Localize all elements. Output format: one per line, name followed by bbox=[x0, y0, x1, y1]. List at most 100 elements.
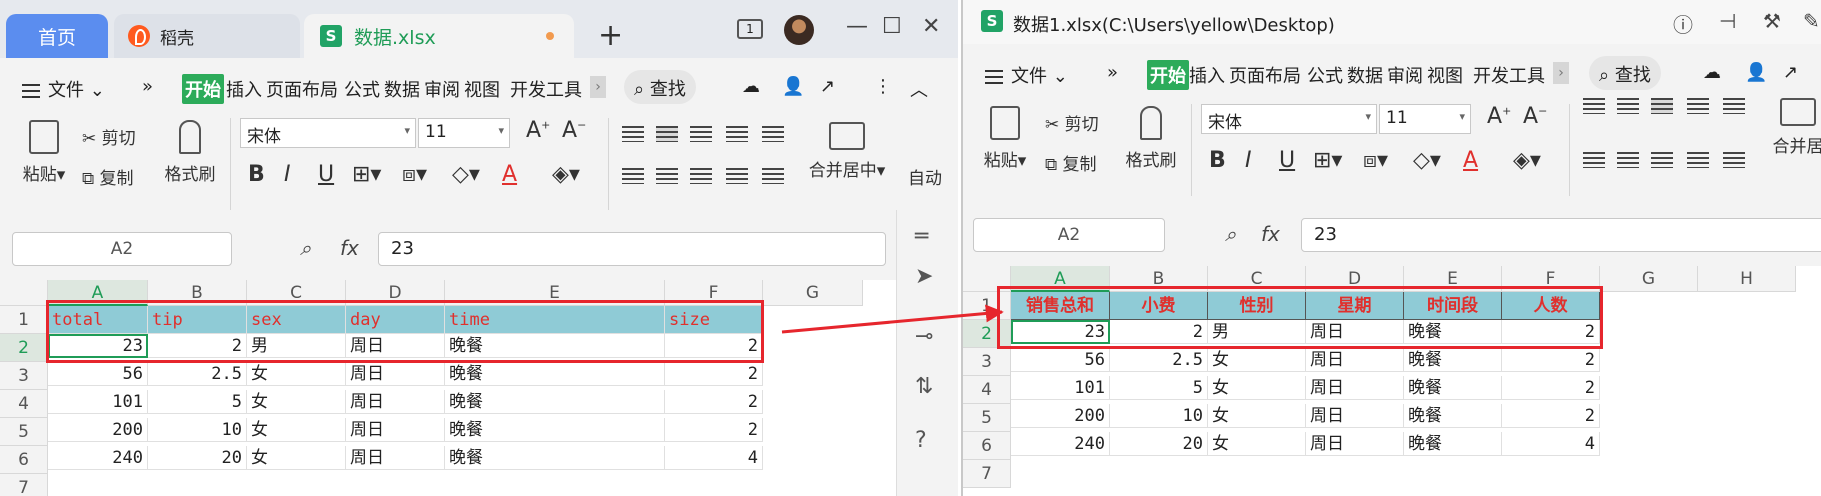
more-menu-icon[interactable]: » bbox=[142, 76, 153, 97]
align-left-icon[interactable] bbox=[622, 168, 644, 184]
data-cell[interactable]: 2 bbox=[1502, 404, 1600, 428]
data-cell[interactable]: 周日 bbox=[1306, 348, 1404, 372]
data-cell[interactable]: 200 bbox=[48, 418, 148, 442]
fill-color-icon[interactable]: ◇▾ bbox=[1413, 148, 1441, 173]
row-header[interactable]: 4 bbox=[963, 376, 1011, 404]
menu-review[interactable]: 审阅 bbox=[1387, 62, 1423, 88]
align-top-icon[interactable] bbox=[1583, 98, 1605, 114]
font-color-icon[interactable]: A bbox=[1463, 148, 1478, 173]
file-menu[interactable]: 文件 ⌄ bbox=[22, 76, 105, 102]
align-bottom-icon[interactable] bbox=[1651, 98, 1673, 114]
sheet-grid[interactable]: A B C D E F G H 1 2 3 4 5 6 7 销售总和 小费 性别 星期… bbox=[963, 266, 1821, 496]
info-icon[interactable]: ⓘ bbox=[1673, 9, 1693, 38]
formula-input[interactable]: 23 bbox=[1301, 218, 1821, 252]
menu-page-layout[interactable]: 页面布局 bbox=[1229, 62, 1301, 88]
indent-increase-icon[interactable] bbox=[1723, 98, 1745, 114]
formula-input[interactable]: 23 bbox=[378, 232, 886, 266]
align-top-icon[interactable] bbox=[622, 126, 644, 142]
data-cell[interactable]: 101 bbox=[1011, 376, 1110, 400]
italic-icon[interactable]: I bbox=[1245, 148, 1252, 173]
column-header[interactable]: H bbox=[1698, 266, 1796, 292]
file-menu[interactable]: 文件 ⌄ bbox=[985, 62, 1068, 88]
border-icon[interactable]: ⊞▾ bbox=[1313, 148, 1342, 173]
data-cell[interactable]: 晚餐 bbox=[1404, 404, 1502, 428]
zoom-icon[interactable]: ⌕ bbox=[1225, 222, 1236, 246]
format-painter-button[interactable]: 格式刷 bbox=[160, 120, 220, 185]
data-cell[interactable]: 女 bbox=[1208, 404, 1306, 428]
data-cell[interactable]: 女 bbox=[247, 446, 346, 470]
column-header[interactable]: G bbox=[1600, 266, 1698, 292]
name-box[interactable]: A2 bbox=[12, 232, 232, 266]
data-cell[interactable]: 晚餐 bbox=[445, 418, 665, 442]
share-icon[interactable]: ↗ bbox=[1783, 62, 1798, 83]
menu-formula[interactable]: 公式 bbox=[344, 76, 380, 102]
data-cell[interactable]: 周日 bbox=[346, 418, 445, 442]
close-button[interactable]: ✕ bbox=[922, 14, 940, 39]
data-cell[interactable]: 周日 bbox=[346, 362, 445, 386]
data-cell[interactable]: 20 bbox=[148, 446, 247, 470]
underline-icon[interactable]: U bbox=[318, 162, 334, 187]
row-header[interactable]: 6 bbox=[0, 446, 48, 474]
merge-center-button[interactable]: 合并居 bbox=[1763, 98, 1821, 157]
more-menu-icon[interactable]: » bbox=[1107, 62, 1118, 83]
menu-view[interactable]: 视图 bbox=[464, 76, 500, 102]
transform-icon[interactable]: ⇅ bbox=[915, 374, 933, 399]
data-cell[interactable]: 女 bbox=[247, 362, 346, 386]
row-header[interactable]: 2 bbox=[0, 334, 48, 362]
menu-developer[interactable]: 开发工具 bbox=[510, 76, 582, 102]
window-frame-icon[interactable]: 1 bbox=[737, 19, 763, 39]
name-box[interactable]: A2 bbox=[973, 218, 1165, 252]
data-cell[interactable]: 周日 bbox=[1306, 404, 1404, 428]
row-header[interactable]: 1 bbox=[0, 306, 48, 334]
distribute-icon[interactable] bbox=[762, 168, 784, 184]
menu-data[interactable]: 数据 bbox=[1347, 62, 1383, 88]
format-painter-button[interactable]: 格式刷 bbox=[1121, 106, 1181, 171]
data-cell[interactable]: 晚餐 bbox=[1404, 348, 1502, 372]
data-cell[interactable]: 2.5 bbox=[1110, 348, 1208, 372]
copy-button[interactable]: ⧉ 复制 bbox=[82, 164, 134, 189]
minimize-button[interactable]: — bbox=[846, 14, 868, 39]
row-header[interactable]: 6 bbox=[963, 432, 1011, 460]
cell-style-icon[interactable]: ⧈▾ bbox=[402, 162, 427, 187]
copy-button[interactable]: ⧉ 复制 bbox=[1045, 150, 1097, 175]
menu-home[interactable]: 开始 bbox=[182, 74, 224, 104]
decrease-font-icon[interactable]: A− bbox=[562, 118, 586, 143]
distribute-icon[interactable] bbox=[1723, 152, 1745, 168]
border-icon[interactable]: ⊞▾ bbox=[352, 162, 381, 187]
search-box[interactable]: ⌕ 查找 bbox=[624, 70, 696, 104]
data-cell[interactable]: 4 bbox=[1502, 432, 1600, 456]
clear-icon[interactable]: ◈▾ bbox=[1513, 148, 1541, 173]
help-icon[interactable]: ? bbox=[915, 428, 927, 453]
decrease-font-icon[interactable]: A− bbox=[1523, 104, 1547, 129]
font-name-select[interactable]: 宋体 bbox=[240, 118, 416, 148]
cloud-icon[interactable]: ☁ bbox=[1703, 62, 1721, 83]
data-cell[interactable]: 240 bbox=[1011, 432, 1110, 456]
bold-icon[interactable]: B bbox=[248, 162, 265, 187]
menu-scroll-right[interactable]: › bbox=[1553, 62, 1569, 84]
merge-center-button[interactable]: 合并居中▾ bbox=[804, 122, 890, 181]
increase-font-icon[interactable]: A+ bbox=[1487, 104, 1511, 129]
brush-icon[interactable]: ✎ bbox=[1803, 9, 1820, 33]
data-cell[interactable]: 10 bbox=[148, 418, 247, 442]
pin-icon[interactable]: ⊣ bbox=[1719, 9, 1736, 33]
justify-icon[interactable] bbox=[726, 168, 748, 184]
select-all-corner[interactable] bbox=[0, 280, 48, 306]
menu-developer[interactable]: 开发工具 bbox=[1473, 62, 1545, 88]
row-header[interactable]: 4 bbox=[0, 390, 48, 418]
data-cell[interactable]: 56 bbox=[1011, 348, 1110, 372]
font-size-select[interactable]: 11 bbox=[1379, 104, 1471, 134]
bold-icon[interactable]: B bbox=[1209, 148, 1226, 173]
align-right-icon[interactable] bbox=[1651, 152, 1673, 168]
avatar[interactable] bbox=[784, 15, 814, 45]
auto-wrap-button[interactable]: 自动 bbox=[908, 164, 942, 189]
menu-page-layout[interactable]: 页面布局 bbox=[266, 76, 338, 102]
pointer-icon[interactable]: ➤ bbox=[915, 264, 933, 289]
data-cell[interactable]: 晚餐 bbox=[445, 390, 665, 414]
align-center-icon[interactable] bbox=[656, 168, 678, 184]
data-cell[interactable]: 周日 bbox=[346, 446, 445, 470]
panel-handle-icon[interactable]: ═ bbox=[915, 224, 928, 249]
row-header[interactable]: 5 bbox=[963, 404, 1011, 432]
tab-home[interactable]: 首页 bbox=[6, 14, 108, 58]
zoom-icon[interactable]: ⌕ bbox=[300, 236, 311, 260]
data-cell[interactable]: 2 bbox=[1502, 376, 1600, 400]
